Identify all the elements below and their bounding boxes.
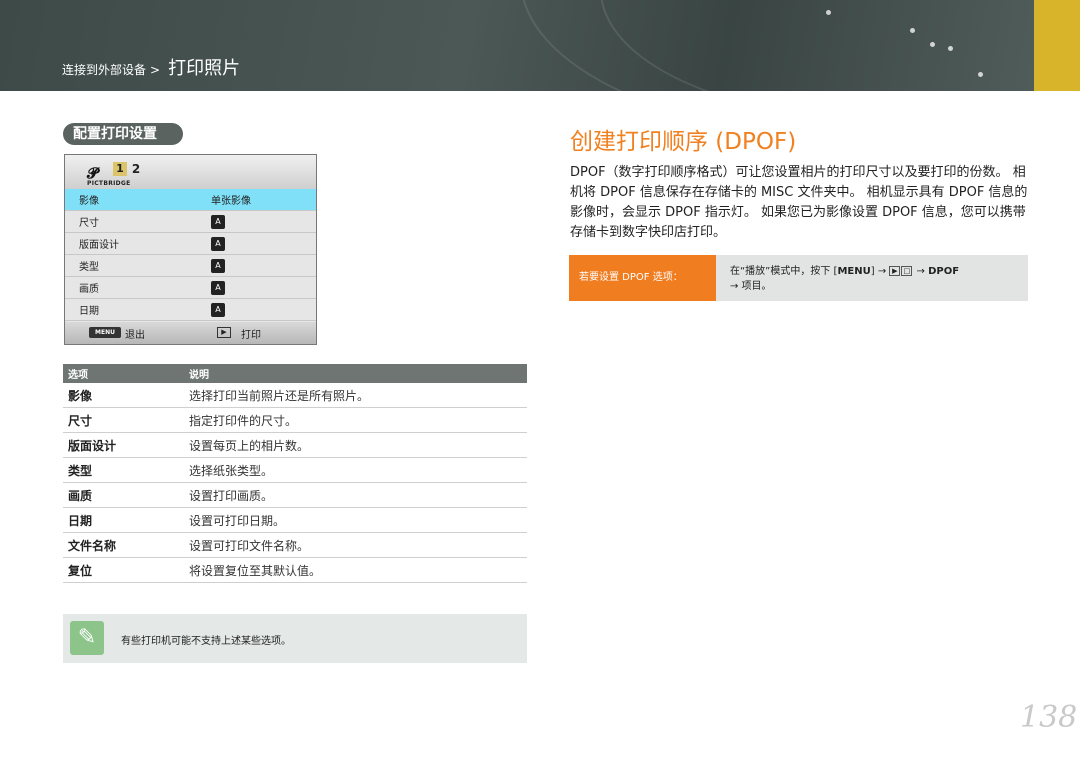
table-header-row: 选项 说明 xyxy=(63,364,527,383)
exit-label: 退出 xyxy=(125,330,145,341)
table-row: 画质 设置打印画质。 xyxy=(63,483,527,508)
table-header-description: 说明 xyxy=(189,370,209,381)
section-heading: 创建打印顺序 (DPOF) xyxy=(570,129,797,155)
decor-sparkle xyxy=(930,42,935,47)
option-name: 日期 xyxy=(68,513,93,528)
screen-row-size: 尺寸 A xyxy=(65,211,316,233)
dpof-option: DPOF xyxy=(928,266,960,277)
option-name: 类型 xyxy=(68,463,93,478)
menu-button-label: MENU xyxy=(837,266,871,277)
callout-prefix: 在“播放”模式中，按下 [ xyxy=(730,266,838,277)
intro-paragraph: DPOF（数字打印顺序格式）可让您设置相片的打印尺寸以及要打印的份数。 相机将 … xyxy=(570,165,1028,240)
option-description: 指定打印件的尺寸。 xyxy=(189,413,298,428)
screen-top-bar: 𝓟 1 2 PICTBRIDGE xyxy=(65,155,316,189)
layout-icon: A xyxy=(211,236,225,251)
option-description: 选择打印当前照片还是所有照片。 xyxy=(189,388,370,403)
playback-key-icon: ▶ xyxy=(217,327,231,338)
screen-row-layout: 版面设计 A xyxy=(65,233,316,255)
breadcrumb: 连接到外部设备 > 打印照片 xyxy=(62,54,240,80)
note-text: 有些打印机可能不支持上述某些选项。 xyxy=(121,636,291,647)
table-row: 日期 设置可打印日期。 xyxy=(63,508,527,533)
note-box: ✎ 有些打印机可能不支持上述某些选项。 xyxy=(63,614,527,663)
screen-row-label: 日期 xyxy=(79,306,99,317)
date-icon: A xyxy=(211,302,225,317)
option-description: 选择纸张类型。 xyxy=(189,463,274,478)
screen-tab-2: 2 xyxy=(131,162,141,176)
screen-row-label: 影像 xyxy=(79,196,99,207)
callout-arrow-2: → xyxy=(913,266,929,277)
menu-key-icon: MENU xyxy=(89,327,121,338)
callout-tag: 若要设置 DPOF 选项： xyxy=(569,255,716,301)
pencil-note-icon: ✎ xyxy=(70,621,104,655)
option-description: 设置可打印日期。 xyxy=(189,513,286,528)
decor-sparkle xyxy=(826,10,831,15)
table-header-option: 选项 xyxy=(68,370,88,381)
quality-icon: A xyxy=(211,280,225,295)
option-description: 将设置复位至其默认值。 xyxy=(189,563,322,578)
screen-row-label: 版面设计 xyxy=(79,240,119,251)
type-icon: A xyxy=(211,258,225,273)
table-row: 类型 选择纸张类型。 xyxy=(63,458,527,483)
screen-row-date: 日期 A xyxy=(65,299,316,321)
size-icon: A xyxy=(211,214,225,229)
screen-row-image: 影像 单张影像 xyxy=(65,189,316,211)
screen-bottom-bar: MENU 退出 ▶ 打印 xyxy=(65,322,316,344)
option-name: 尺寸 xyxy=(68,413,93,428)
breadcrumb-separator: > xyxy=(150,63,161,77)
option-name: 版面设计 xyxy=(68,438,117,453)
option-description: 设置打印画质。 xyxy=(189,488,274,503)
breadcrumb-parent[interactable]: 连接到外部设备 xyxy=(62,61,146,78)
breadcrumb-current: 打印照片 xyxy=(168,58,241,79)
print-settings-icon: □ xyxy=(901,266,913,276)
print-label: 打印 xyxy=(241,330,261,341)
screen-tab-1: 1 xyxy=(113,162,127,176)
screen-row-type: 类型 A xyxy=(65,255,316,277)
screen-menu-list: 影像 单张影像 尺寸 A 版面设计 A 类型 A 画质 A 日期 A xyxy=(65,189,316,321)
callout-text: 在“播放”模式中，按下 [MENU] → ▶ □ → DPOF → 项目。 xyxy=(730,264,1020,294)
table-row: 影像 选择打印当前照片还是所有照片。 xyxy=(63,383,527,408)
screen-row-label: 类型 xyxy=(79,262,99,273)
option-name: 复位 xyxy=(68,563,93,578)
callout-line-2: → 项目。 xyxy=(730,281,772,292)
decor-sparkle xyxy=(948,46,953,51)
table-row: 尺寸 指定打印件的尺寸。 xyxy=(63,408,527,433)
screen-row-label: 画质 xyxy=(79,284,99,295)
table-row: 文件名称 设置可打印文件名称。 xyxy=(63,533,527,558)
manual-page: 连接到外部设备 > 打印照片 配置打印设置 𝓟 1 2 PICTBRIDGE 影… xyxy=(0,0,1080,765)
option-name: 画质 xyxy=(68,488,93,503)
screen-row-label: 尺寸 xyxy=(79,218,99,229)
decor-sparkle xyxy=(978,72,983,77)
table-row: 复位 将设置复位至其默认值。 xyxy=(63,558,527,583)
section-title: 配置打印设置 xyxy=(63,123,183,145)
option-name: 文件名称 xyxy=(68,538,117,553)
option-name: 影像 xyxy=(68,388,93,403)
pictbridge-label: PICTBRIDGE xyxy=(87,180,131,187)
option-description: 设置每页上的相片数。 xyxy=(189,438,310,453)
table-row: 版面设计 设置每页上的相片数。 xyxy=(63,433,527,458)
camera-screen-illustration: 𝓟 1 2 PICTBRIDGE 影像 单张影像 尺寸 A 版面设计 A 类型 … xyxy=(64,154,317,345)
option-description: 设置可打印文件名称。 xyxy=(189,538,310,553)
screen-row-value: 单张影像 xyxy=(211,196,251,207)
callout-arrow: ] → xyxy=(870,266,890,277)
playback-icon: ▶ xyxy=(889,266,901,276)
decor-sparkle xyxy=(910,28,915,33)
header-banner: 连接到外部设备 > 打印照片 xyxy=(0,0,1034,91)
options-table: 选项 说明 影像 选择打印当前照片还是所有照片。 尺寸 指定打印件的尺寸。 版面… xyxy=(63,364,527,583)
screen-row-quality: 画质 A xyxy=(65,277,316,299)
page-number: 138 xyxy=(1020,700,1078,735)
header-accent-block xyxy=(1034,0,1080,91)
instruction-callout: 若要设置 DPOF 选项： 在“播放”模式中，按下 [MENU] → ▶ □ → … xyxy=(569,255,1028,301)
